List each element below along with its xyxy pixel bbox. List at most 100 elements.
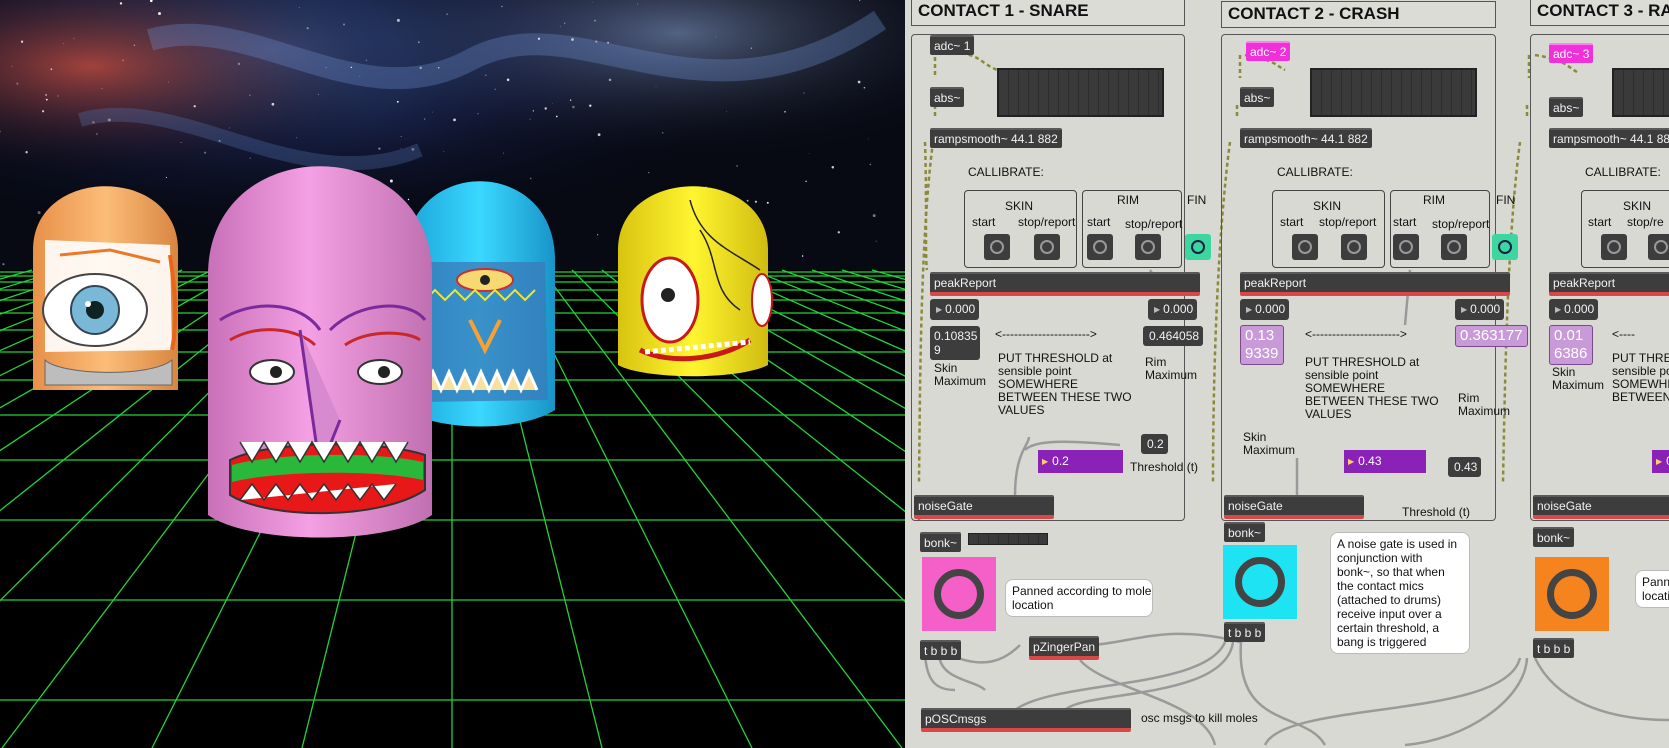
peakreport-object-3[interactable]: peakReport <box>1549 272 1669 296</box>
star <box>16 82 19 85</box>
threshold-message-1[interactable]: 0.2 <box>1141 434 1168 454</box>
rim-maximum-label-2: Rim Maximum <box>1458 391 1511 418</box>
threshold-message-2[interactable]: 0.43 <box>1448 457 1482 477</box>
star <box>869 163 871 166</box>
calibrate-label-2: CALLIBRATE: <box>1277 165 1353 179</box>
star <box>37 211 41 215</box>
star <box>857 80 861 84</box>
orange-mole[interactable] <box>33 186 178 390</box>
noisegate-object-2[interactable]: noiseGate <box>1224 495 1364 519</box>
pink-mole[interactable] <box>208 166 432 538</box>
skin-maximum-value-2: 0.13 9339 <box>1240 325 1284 365</box>
star <box>101 88 103 90</box>
finish-bang-2[interactable] <box>1492 234 1518 260</box>
abs-object-3[interactable]: abs~ <box>1549 97 1584 117</box>
noisegate-object-3[interactable]: noiseGate <box>1533 495 1669 519</box>
star <box>551 103 553 105</box>
noisegate-object-1[interactable]: noiseGate <box>914 495 1054 519</box>
threshold-number-2[interactable]: 0.43 <box>1344 450 1426 473</box>
skin-start-bang-3[interactable] <box>1601 234 1627 260</box>
star <box>20 40 24 43</box>
peakreport-object-2[interactable]: peakReport <box>1240 272 1510 296</box>
rampsmooth-object-1[interactable]: rampsmooth~ 44.1 882 <box>930 128 1062 148</box>
skin-stop-bang-3[interactable] <box>1648 234 1669 260</box>
adc-2-object[interactable]: adc~ 2 <box>1246 41 1291 61</box>
bonk-object-3[interactable]: bonk~ <box>1533 527 1575 547</box>
skin-maximum-value-3: 0.01 6386 <box>1549 325 1593 365</box>
peakreport-object-1[interactable]: peakReport <box>930 272 1200 296</box>
game-scene <box>0 0 905 748</box>
star <box>11 65 13 67</box>
skin-maximum-value-1: 0.10835 9 <box>930 326 980 360</box>
rim-maximum-value-1: 0.464058 <box>1143 326 1203 346</box>
threshold-number-3[interactable]: 0 <box>1652 450 1669 473</box>
trigger-object-2[interactable]: t b b b <box>1224 622 1266 642</box>
star <box>736 164 739 167</box>
star <box>863 86 866 89</box>
adc-1-object[interactable]: adc~ 1 <box>930 35 975 55</box>
finish-bang-1[interactable] <box>1185 234 1211 260</box>
rim-stop-bang-1[interactable] <box>1135 234 1161 260</box>
star <box>591 1 593 3</box>
star <box>655 86 657 87</box>
bonk-object-2[interactable]: bonk~ <box>1224 522 1266 542</box>
rim-peak-number-1[interactable]: 0.000 <box>1148 299 1198 320</box>
star <box>50 68 53 71</box>
star <box>400 136 402 138</box>
bang-contact3[interactable] <box>1535 557 1609 631</box>
bang-contact2[interactable] <box>1223 545 1297 619</box>
calibrate-label-3: CALLIBRATE: <box>1585 165 1661 179</box>
adc-3-object[interactable]: adc~ 3 <box>1549 43 1594 63</box>
trigger-object-3[interactable]: t b b b <box>1533 638 1575 658</box>
star <box>637 3 639 5</box>
rim-peak-number-2[interactable]: 0.000 <box>1455 299 1505 320</box>
skin-stop-bang-2[interactable] <box>1341 234 1367 260</box>
star <box>411 148 415 151</box>
star <box>417 41 420 44</box>
star <box>204 151 207 154</box>
star <box>784 111 786 113</box>
skin-label-2: SKIN <box>1313 199 1342 213</box>
star <box>506 78 510 82</box>
abs-object-2[interactable]: abs~ <box>1240 87 1275 107</box>
max-patcher-window: CONTACT 1 - SNARE adc~ 1 abs~ rampsmooth… <box>905 0 1669 748</box>
pzingerpan-object[interactable]: pZingerPan <box>1029 636 1100 660</box>
skin-peak-number-2[interactable]: 0.000 <box>1240 299 1290 320</box>
threshold-number-1[interactable]: 0.2 <box>1038 450 1123 473</box>
rampsmooth-object-3[interactable]: rampsmooth~ 44.1 88 <box>1549 128 1669 148</box>
game-viewport <box>0 0 905 748</box>
star <box>396 100 399 103</box>
poscmsgs-object[interactable]: pOSCmsgs <box>921 708 1131 732</box>
star <box>750 47 753 49</box>
skin-peak-number-1[interactable]: 0.000 <box>930 299 980 320</box>
yellow-mole[interactable] <box>618 186 773 377</box>
star <box>529 177 532 180</box>
star <box>45 94 47 96</box>
rim-stop-bang-2[interactable] <box>1441 234 1467 260</box>
skin-start-bang-1[interactable] <box>984 234 1010 260</box>
star <box>229 127 230 129</box>
bang-contact1[interactable] <box>922 557 996 631</box>
star <box>396 18 400 22</box>
skin-stop-bang-1[interactable] <box>1034 234 1060 260</box>
star <box>423 118 426 120</box>
star <box>122 59 124 62</box>
trigger-object-1[interactable]: t b b b <box>920 640 962 660</box>
pan-comment: Panned according to mole location <box>1005 579 1153 617</box>
star <box>180 141 182 144</box>
skin-start-bang-2[interactable] <box>1292 234 1318 260</box>
star <box>571 38 574 41</box>
rampsmooth-object-2[interactable]: rampsmooth~ 44.1 882 <box>1240 128 1372 148</box>
star <box>359 76 361 77</box>
bonk-object-1[interactable]: bonk~ <box>920 532 962 552</box>
star <box>501 5 503 8</box>
skin-stop-label-1: stop/report <box>1018 215 1076 229</box>
star <box>837 231 840 234</box>
star <box>875 240 877 242</box>
rim-start-bang-1[interactable] <box>1087 234 1113 260</box>
rim-stop-label-2: stop/report <box>1432 217 1490 231</box>
star <box>453 118 456 122</box>
skin-peak-number-3[interactable]: 0.000 <box>1549 299 1599 320</box>
abs-object-1[interactable]: abs~ <box>930 87 965 107</box>
rim-start-bang-2[interactable] <box>1393 234 1419 260</box>
